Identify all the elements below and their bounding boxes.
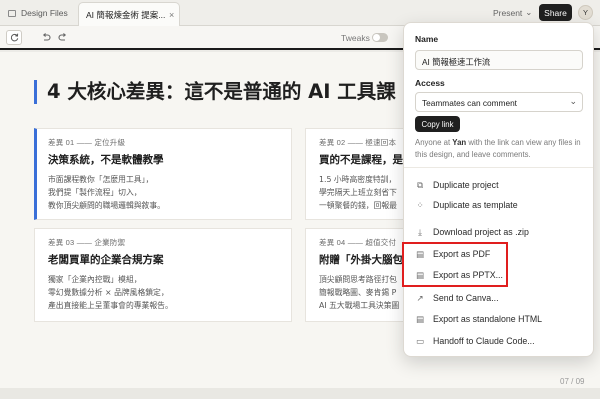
undo-icon[interactable] <box>38 30 54 45</box>
slide-title: 4 大核心差異：這不是普通的 AI 工具課 <box>34 80 396 104</box>
chevron-down-icon: ⌄ <box>525 7 533 17</box>
divider <box>404 167 593 168</box>
terminal-icon: ▭ <box>415 335 425 346</box>
tab-design-files[interactable]: Design Files <box>8 4 68 22</box>
tab-active-project[interactable]: AI 簡報煉金術 提案... × <box>78 2 180 26</box>
handoff-claude-code-item[interactable]: ▭ Handoff to Claude Code... <box>415 332 585 350</box>
page-indicator: 07 / 09 <box>560 377 585 386</box>
access-select[interactable]: Teammates can comment ⌄ <box>415 92 583 112</box>
difference-card: 差異 03 —— 企業防禦 老闆買單的企業合規方案 獨家「企業內控戰」模組， 零… <box>34 228 292 322</box>
avatar[interactable]: Y <box>578 5 593 20</box>
menu-label: Send to Canva... <box>433 293 499 303</box>
share-button[interactable]: Share <box>539 4 572 21</box>
difference-card: 差異 01 —— 定位升級 決策系統，不是軟體教學 市面課程教你「怎麼用工具」，… <box>34 128 292 220</box>
access-value: Teammates can comment <box>422 98 517 108</box>
card-line: 教你頂尖顧問的職場邏輯與敘事。 <box>48 201 165 210</box>
present-label: Present <box>493 7 523 18</box>
file-icon: ▤ <box>415 313 425 324</box>
export-html-item[interactable]: ▤ Export as standalone HTML <box>415 310 585 328</box>
card-heading: 老闆買單的企業合規方案 <box>48 254 164 266</box>
menu-label: Duplicate as template <box>433 200 518 210</box>
card-line: 產出直接能上呈董事會的專業報告。 <box>48 301 173 310</box>
copy-icon: ⧉ <box>416 179 424 190</box>
download-icon: ⤓ <box>418 226 422 237</box>
download-zip-item[interactable]: ⤓ Download project as .zip <box>415 223 585 241</box>
external-link-icon: ↗ <box>416 292 424 303</box>
tab-label: AI 簡報煉金術 提案... <box>86 9 166 20</box>
close-icon[interactable]: × <box>169 10 174 20</box>
access-label: Access <box>415 78 445 88</box>
card-tag: 差異 01 —— 定位升級 <box>48 138 126 147</box>
send-to-canva-item[interactable]: ↗ Send to Canva... <box>415 289 585 307</box>
tab-label: Design Files <box>21 8 68 18</box>
menu-label: Export as standalone HTML <box>433 314 543 324</box>
access-note: Anyone at Yan with the link can view any… <box>415 137 587 161</box>
card-line: 我們提「製作流程」切入， <box>48 188 142 197</box>
note-org: Yan <box>452 138 467 147</box>
folder-icon <box>8 9 16 17</box>
tweaks-label: Tweaks <box>341 33 370 43</box>
note-prefix: Anyone at <box>415 138 451 147</box>
menu-label: Handoff to Claude Code... <box>433 336 535 346</box>
tweaks-toggle[interactable] <box>372 33 388 42</box>
highlight-box <box>402 242 508 287</box>
refresh-icon[interactable] <box>6 30 22 45</box>
duplicate-project-item[interactable]: ⧉ Duplicate project <box>415 176 585 194</box>
template-icon: ⁘ <box>416 199 424 210</box>
share-popover: Name AI 簡報極速工作流 Access Teammates can com… <box>403 22 594 357</box>
card-line: 市面課程教你「怎麼用工具」， <box>48 175 154 184</box>
card-line: 獨家「企業內控戰」模組， <box>48 275 142 284</box>
card-tag: 差異 03 —— 企業防禦 <box>48 238 126 247</box>
duplicate-template-item[interactable]: ⁘ Duplicate as template <box>415 196 585 214</box>
copy-link-button[interactable]: Copy link <box>415 116 460 132</box>
menu-label: Download project as .zip <box>433 227 529 237</box>
redo-icon[interactable] <box>55 30 71 45</box>
card-line: 零幻覺數據分析 × 品牌風格鎖定， <box>48 288 169 297</box>
card-heading: 決策系統，不是軟體教學 <box>48 154 164 166</box>
name-label: Name <box>415 34 439 44</box>
chevron-down-icon: ⌄ <box>569 96 577 106</box>
menu-label: Duplicate project <box>433 180 499 190</box>
present-button[interactable]: Present ⌄ <box>493 7 532 18</box>
name-field[interactable]: AI 簡報極速工作流 <box>415 50 583 70</box>
